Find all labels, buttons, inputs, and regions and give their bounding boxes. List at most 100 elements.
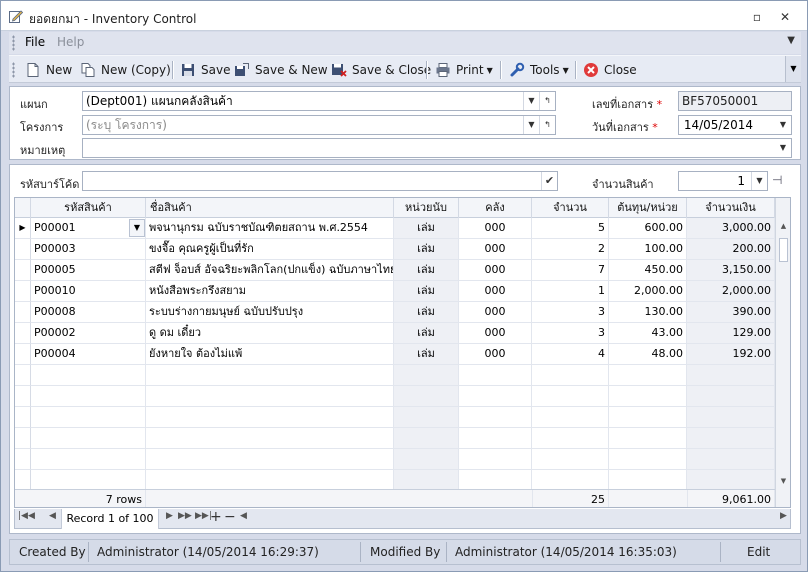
cell-qty[interactable] bbox=[532, 428, 609, 449]
table-row[interactable] bbox=[15, 470, 775, 491]
cell-warehouse[interactable] bbox=[459, 449, 532, 470]
cell-qty[interactable]: 1 bbox=[532, 281, 609, 302]
tools-button[interactable]: Tools ▼ bbox=[509, 59, 569, 81]
cell-unit[interactable] bbox=[394, 407, 459, 428]
restore-icon[interactable]: ▫ bbox=[747, 9, 767, 25]
row-indicator[interactable] bbox=[15, 344, 31, 365]
cell-code[interactable]: P00004 bbox=[31, 344, 146, 365]
table-row[interactable]: P00004 ยังหายใจ ต้องไม่แพ้ เล่ม 000 4 48.00 19… bbox=[15, 344, 775, 365]
table-row[interactable]: P00010 หนังสือพระกรึงสยาม เล่ม 000 1 2,000.00… bbox=[15, 281, 775, 302]
row-indicator[interactable] bbox=[15, 260, 31, 281]
cell-code[interactable]: P00008 bbox=[31, 302, 146, 323]
cell-cost[interactable] bbox=[609, 386, 687, 407]
new-button[interactable]: New bbox=[25, 59, 72, 81]
cell-amount[interactable] bbox=[687, 428, 775, 449]
cell-code[interactable] bbox=[31, 428, 146, 449]
row-indicator[interactable] bbox=[15, 449, 31, 470]
cell-amount[interactable]: 2,000.00 bbox=[687, 281, 775, 302]
project-reset-icon[interactable]: ↰ bbox=[539, 116, 555, 134]
row-indicator[interactable] bbox=[15, 323, 31, 344]
nav-next-icon[interactable]: ▶ bbox=[166, 511, 173, 521]
cell-cost[interactable]: 43.00 bbox=[609, 323, 687, 344]
cell-name[interactable] bbox=[146, 407, 394, 428]
cell-warehouse[interactable]: 000 bbox=[459, 281, 532, 302]
table-row[interactable] bbox=[15, 386, 775, 407]
scroll-thumb[interactable] bbox=[779, 238, 788, 262]
menu-help[interactable]: Help bbox=[57, 35, 84, 49]
cell-warehouse[interactable]: 000 bbox=[459, 218, 532, 239]
new-copy-button[interactable]: New (Copy) bbox=[80, 59, 171, 81]
cell-cost[interactable] bbox=[609, 365, 687, 386]
col-header-name[interactable]: ชื่อสินค้า bbox=[146, 198, 394, 218]
col-header-qty[interactable]: จำนวน bbox=[532, 198, 609, 218]
cell-unit[interactable]: เล่ม bbox=[394, 323, 459, 344]
cell-warehouse[interactable] bbox=[459, 365, 532, 386]
cell-amount[interactable] bbox=[687, 470, 775, 491]
table-row[interactable] bbox=[15, 407, 775, 428]
col-header-amount[interactable]: จำนวนเงิน bbox=[687, 198, 775, 218]
confirm-check-icon[interactable]: ✔ bbox=[541, 172, 557, 190]
department-dropdown-icon[interactable]: ▼ bbox=[523, 92, 539, 110]
scroll-up-icon[interactable]: ▲ bbox=[776, 218, 790, 234]
row-indicator[interactable] bbox=[15, 428, 31, 449]
barcode-input[interactable]: ✔ bbox=[82, 171, 558, 191]
table-row[interactable]: P00002 ดู ดม เดี๋ยว เล่ม 000 3 43.00 129.00 bbox=[15, 323, 775, 344]
cell-warehouse[interactable]: 000 bbox=[459, 344, 532, 365]
cell-qty[interactable]: 2 bbox=[532, 239, 609, 260]
cell-unit[interactable] bbox=[394, 449, 459, 470]
toolbar-overflow-icon[interactable]: ▼ bbox=[785, 56, 801, 82]
cell-cost[interactable]: 600.00 bbox=[609, 218, 687, 239]
cell-code[interactable] bbox=[31, 386, 146, 407]
cell-warehouse[interactable] bbox=[459, 428, 532, 449]
row-indicator[interactable] bbox=[15, 470, 31, 491]
cell-name[interactable] bbox=[146, 365, 394, 386]
cell-qty[interactable]: 4 bbox=[532, 344, 609, 365]
nav-remove-icon[interactable]: − bbox=[224, 509, 236, 525]
cell-name[interactable]: ดู ดม เดี๋ยว bbox=[146, 323, 394, 344]
table-row[interactable] bbox=[15, 449, 775, 470]
cell-name[interactable]: พจนานุกรม ฉบับราชบัณฑิตยสถาน พ.ศ.2554 bbox=[146, 218, 394, 239]
nav-add-icon[interactable]: + bbox=[210, 509, 222, 525]
cell-name[interactable] bbox=[146, 449, 394, 470]
col-header-cost[interactable]: ต้นทุน/หน่วย bbox=[609, 198, 687, 218]
scroll-down-icon[interactable]: ▼ bbox=[776, 473, 790, 489]
print-button[interactable]: Print ▼ bbox=[435, 59, 493, 81]
cell-amount[interactable]: 3,150.00 bbox=[687, 260, 775, 281]
remark-dropdown-icon[interactable]: ▼ bbox=[775, 139, 791, 157]
cell-amount[interactable] bbox=[687, 386, 775, 407]
cell-cost[interactable]: 48.00 bbox=[609, 344, 687, 365]
save-close-button[interactable]: Save & Close bbox=[331, 59, 431, 81]
cell-amount[interactable] bbox=[687, 365, 775, 386]
cell-name[interactable] bbox=[146, 428, 394, 449]
cell-amount[interactable] bbox=[687, 407, 775, 428]
cell-unit[interactable]: เล่ม bbox=[394, 260, 459, 281]
col-header-warehouse[interactable]: คลัง bbox=[459, 198, 532, 218]
qty-input[interactable]: 1 ▼ bbox=[678, 171, 768, 191]
cell-unit[interactable]: เล่ม bbox=[394, 302, 459, 323]
cell-warehouse[interactable] bbox=[459, 386, 532, 407]
nav-prev-icon[interactable]: ◀ bbox=[49, 511, 56, 521]
cell-amount[interactable]: 390.00 bbox=[687, 302, 775, 323]
cell-warehouse[interactable]: 000 bbox=[459, 260, 532, 281]
cell-name[interactable]: ยังหายใจ ต้องไม่แพ้ bbox=[146, 344, 394, 365]
table-row[interactable]: ▶ P00001 ▼ พจนานุกรม ฉบับราชบัณฑิตยสถาน พ.ศ… bbox=[15, 218, 775, 239]
cell-qty[interactable]: 3 bbox=[532, 302, 609, 323]
cell-unit[interactable] bbox=[394, 470, 459, 491]
cell-qty[interactable] bbox=[532, 407, 609, 428]
row-indicator[interactable] bbox=[15, 281, 31, 302]
cell-amount[interactable]: 192.00 bbox=[687, 344, 775, 365]
cell-amount[interactable]: 3,000.00 bbox=[687, 218, 775, 239]
cell-qty[interactable]: 3 bbox=[532, 323, 609, 344]
table-row[interactable] bbox=[15, 428, 775, 449]
cell-unit[interactable]: เล่ม bbox=[394, 239, 459, 260]
cell-cost[interactable] bbox=[609, 428, 687, 449]
cell-warehouse[interactable]: 000 bbox=[459, 323, 532, 344]
hscroll-right-icon[interactable]: ▶ bbox=[780, 511, 787, 521]
close-window-icon[interactable]: ✕ bbox=[775, 9, 795, 25]
grid-vertical-scrollbar[interactable]: ▲ ▼ bbox=[775, 198, 790, 507]
menubar-chevron-icon[interactable]: ▼ bbox=[787, 35, 795, 46]
menu-file[interactable]: File bbox=[25, 35, 45, 49]
cell-code[interactable] bbox=[31, 449, 146, 470]
save-button[interactable]: Save bbox=[180, 59, 230, 81]
cell-cost[interactable]: 130.00 bbox=[609, 302, 687, 323]
